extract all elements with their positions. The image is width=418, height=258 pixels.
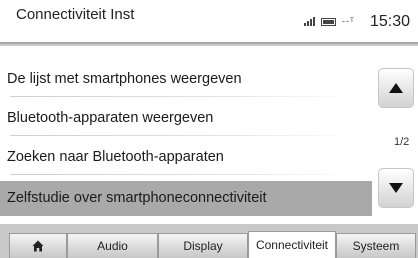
menu-item-label: De lijst met smartphones weergeven — [7, 71, 242, 87]
tab-connectiviteit[interactable]: Connectiviteit — [248, 231, 336, 258]
list-divider — [10, 135, 358, 136]
page-title: Connectiviteit Inst — [16, 6, 135, 23]
tab-display[interactable]: Display — [158, 233, 248, 258]
menu-item-smartphone-list[interactable]: De lijst met smartphones weergeven — [0, 62, 372, 101]
tab-home[interactable] — [9, 233, 67, 258]
menu-item-connectivity-tutorial[interactable]: Zelfstudie over smartphoneconnectiviteit — [0, 181, 372, 216]
home-icon — [32, 240, 44, 252]
scroll-down-button[interactable] — [378, 168, 414, 208]
triangle-up-icon — [389, 83, 403, 93]
menu-item-bluetooth-devices[interactable]: Bluetooth-apparaten weergeven — [0, 101, 372, 140]
header-bar: Connectiviteit Inst --ᵀ 15:30 — [0, 0, 418, 42]
menu-item-label: Zelfstudie over smartphoneconnectiviteit — [7, 190, 267, 206]
clock: 15:30 — [370, 13, 411, 30]
list-divider — [10, 96, 358, 97]
menu-list: De lijst met smartphones weergeven Bluet… — [0, 62, 372, 216]
tab-audio[interactable]: Audio — [67, 233, 158, 258]
scroll-up-button[interactable] — [378, 68, 414, 108]
header-divider — [0, 42, 418, 46]
tab-bar: Audio Display Connectiviteit Systeem — [0, 224, 418, 258]
signal-strength-icon — [304, 16, 315, 26]
triangle-down-icon — [389, 183, 403, 193]
tab-systeem[interactable]: Systeem — [336, 233, 416, 258]
menu-item-search-bluetooth[interactable]: Zoeken naar Bluetooth-apparaten — [0, 140, 372, 179]
battery-icon — [321, 18, 336, 26]
tab-label: Audio — [97, 239, 128, 253]
tab-label: Systeem — [352, 239, 400, 253]
list-divider — [10, 174, 358, 175]
menu-item-label: Zoeken naar Bluetooth-apparaten — [7, 149, 224, 165]
page-indicator: 1/2 — [394, 136, 410, 148]
menu-item-label: Bluetooth-apparaten weergeven — [7, 110, 214, 126]
tab-label: Connectiviteit — [255, 238, 329, 252]
network-status-text: --ᵀ — [342, 16, 355, 26]
tab-label: Display — [183, 239, 223, 253]
status-icons: --ᵀ — [304, 16, 355, 26]
